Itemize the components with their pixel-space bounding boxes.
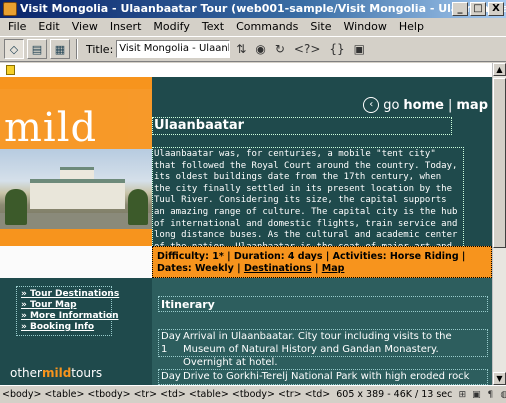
close-button[interactable]: X <box>488 2 504 16</box>
tour-info-bar: Difficulty: 1* | Duration: 4 days | Acti… <box>152 246 492 278</box>
assets-icon[interactable]: ▣ <box>470 389 482 401</box>
design-ruler <box>0 63 492 77</box>
other-tours-logo[interactable]: othermildtours <box>10 366 102 380</box>
itinerary-row[interactable]: Day 1Arrival in Ulaanbaatar. City tour i… <box>158 329 488 368</box>
maximize-button[interactable]: □ <box>470 2 486 16</box>
menu-help[interactable]: Help <box>393 19 430 35</box>
nav-home-link[interactable]: home <box>403 98 444 113</box>
sidebar-links: Tour Destinations Tour Map More Informat… <box>16 286 119 336</box>
map-link[interactable]: Map <box>322 263 345 274</box>
nav-go: go <box>383 97 400 113</box>
other-brand: mild <box>41 366 72 380</box>
menu-text[interactable]: Text <box>196 19 230 35</box>
menu-file[interactable]: File <box>2 19 32 35</box>
scroll-up-arrow-icon[interactable]: ▲ <box>493 63 506 76</box>
mild-brand: mild <box>0 89 152 151</box>
css-icon[interactable]: ◍ <box>498 389 506 401</box>
top-nav: ‹ go home | map <box>363 97 488 113</box>
nav-map-link[interactable]: map <box>456 98 488 113</box>
design-view-icon[interactable]: ▦ <box>50 39 70 59</box>
itinerary-title[interactable]: Itinerary <box>158 296 488 312</box>
building <box>30 179 125 209</box>
vertical-scrollbar[interactable]: ▲ ▼ <box>492 63 506 385</box>
window-title: Visit Mongolia - Ulaanbaatar Tour (web00… <box>20 2 506 15</box>
itinerary-text: Arrival in Ulaanbaatar. City tour includ… <box>183 331 452 368</box>
other-suffix: tours <box>71 366 103 380</box>
reference-icon[interactable]: <?> <box>291 42 323 56</box>
teal-band <box>152 77 492 89</box>
site-icon[interactable]: ⊞ <box>456 389 468 401</box>
left-white-cell <box>0 246 152 278</box>
design-view[interactable]: mild ‹ go home | map Ulaanbaatar Ulaanba… <box>0 63 492 385</box>
preview-browser-icon[interactable]: ◉ <box>252 42 268 56</box>
status-bar: <body> <table> <tbody> <tr> <td> <table>… <box>0 385 506 403</box>
split-view-icon[interactable]: ▤ <box>27 39 47 59</box>
code-view-icon[interactable]: ◇ <box>4 39 24 59</box>
document-toolbar: ◇ ▤ ▦ Title: Visit Mongolia - Ulaanbaata… <box>0 36 506 62</box>
menu-edit[interactable]: Edit <box>32 19 65 35</box>
tree-right <box>128 189 148 225</box>
city-photo <box>0 149 152 229</box>
city-title[interactable]: Ulaanbaatar <box>152 117 452 135</box>
head-content-icon[interactable] <box>6 65 15 75</box>
view-options-icon[interactable]: ▣ <box>351 42 368 56</box>
toolbar-separator <box>76 39 78 59</box>
menu-view[interactable]: View <box>66 19 104 35</box>
menu-window[interactable]: Window <box>338 19 393 35</box>
html-styles-icon[interactable]: ¶ <box>484 389 496 401</box>
info-duration: Duration: 4 days <box>233 251 323 262</box>
itinerary-day: Day <box>161 371 181 382</box>
menu-commands[interactable]: Commands <box>230 19 304 35</box>
info-dates: Dates: Weekly <box>157 263 234 274</box>
tag-selector[interactable]: <body> <table> <tbody> <tr> <td> <table>… <box>2 386 330 403</box>
nav-separator: | <box>447 97 453 113</box>
tree-left <box>5 189 27 225</box>
menu-insert[interactable]: Insert <box>104 19 148 35</box>
main-content: ‹ go home | map Ulaanbaatar Ulaanbaatar … <box>152 89 492 291</box>
menu-site[interactable]: Site <box>304 19 337 35</box>
info-difficulty: Difficulty: 1* <box>157 251 224 262</box>
minimize-button[interactable]: _ <box>452 2 468 16</box>
menu-bar: File Edit View Insert Modify Text Comman… <box>0 19 506 35</box>
back-arrow-icon[interactable]: ‹ <box>363 97 380 113</box>
sidebar-link-map[interactable]: Tour Map <box>21 300 107 311</box>
itinerary-text: Drive to Gorkhi-Terelj National Park wit… <box>183 371 470 382</box>
itinerary-day: Day 1 <box>161 331 181 355</box>
info-activities: Activities: Horse Riding <box>332 251 459 262</box>
menu-modify[interactable]: Modify <box>147 19 195 35</box>
sidebar-link-destinations[interactable]: Tour Destinations <box>21 289 119 300</box>
sidebar-link-more-info[interactable]: More Information <box>21 311 119 322</box>
code-navigation-icon[interactable]: {} <box>326 42 347 56</box>
scroll-thumb[interactable] <box>493 78 506 248</box>
destinations-link[interactable]: Destinations <box>244 263 312 274</box>
dreamweaver-window: Visit Mongolia - Ulaanbaatar Tour (web00… <box>0 0 506 403</box>
app-icon <box>3 2 17 16</box>
title-bar[interactable]: Visit Mongolia - Ulaanbaatar Tour (web00… <box>0 0 506 18</box>
orange-band <box>0 77 152 89</box>
window-size-readout[interactable]: 605 x 389 - 46K / 13 sec <box>336 386 452 403</box>
window-controls: _ □ X <box>452 2 504 16</box>
sidebar-link-booking[interactable]: Booking Info <box>21 322 107 333</box>
scroll-down-arrow-icon[interactable]: ▼ <box>493 372 506 385</box>
itinerary-row[interactable]: Day Drive to Gorkhi-Terelj National Park … <box>158 369 488 385</box>
orange-spacer <box>0 229 152 246</box>
other-prefix: other <box>10 366 42 380</box>
title-label: Title: <box>86 42 114 56</box>
refresh-icon[interactable]: ↻ <box>272 42 288 56</box>
launcher-icons: ⊞ ▣ ¶ ◍ ⚙ ▷ ◇ <box>456 389 506 401</box>
file-management-icon[interactable]: ⇅ <box>233 42 249 56</box>
title-field[interactable]: Visit Mongolia - Ulaanbaatar T <box>116 40 231 58</box>
